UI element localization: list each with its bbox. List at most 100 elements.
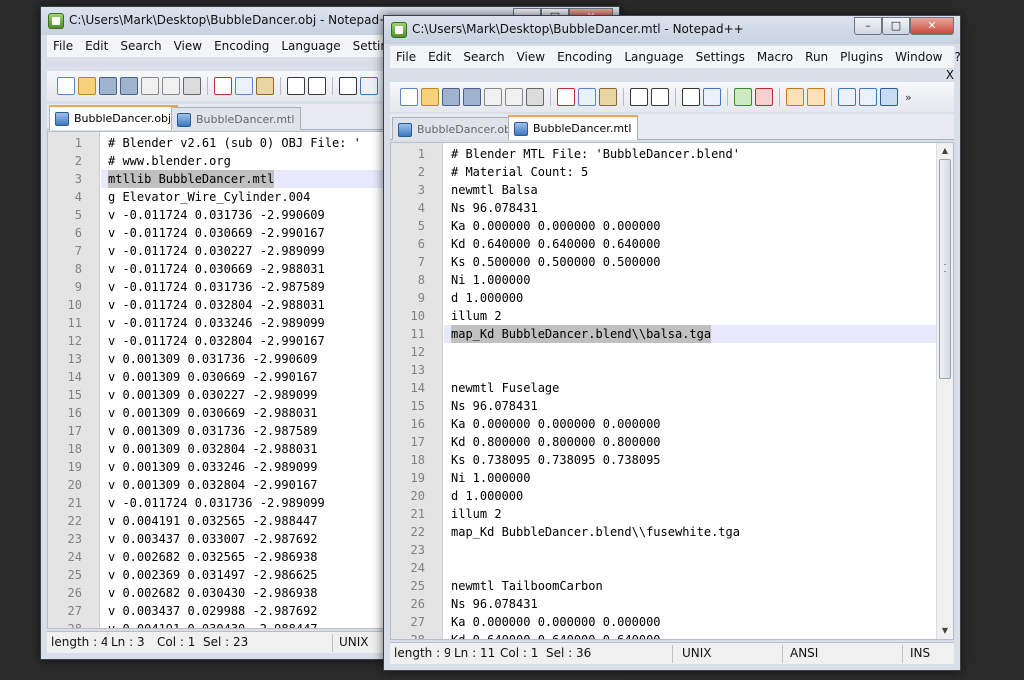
code-line[interactable]: v 0.002682 0.032565 -2.986938 <box>108 548 318 566</box>
print-icon[interactable] <box>526 88 544 106</box>
code-line[interactable]: v 0.001309 0.032804 -2.988031 <box>108 440 318 458</box>
code-line[interactable]: g Elevator_Wire_Cylinder.004 <box>108 188 310 206</box>
code-line[interactable]: Ka 0.000000 0.000000 0.000000 <box>451 613 661 631</box>
menu-language[interactable]: Language <box>275 39 346 53</box>
scroll-down-arrow-icon[interactable]: ▼ <box>937 623 953 639</box>
menu-file[interactable]: File <box>390 50 422 64</box>
code-line[interactable]: Kd 0.640000 0.640000 0.640000 <box>451 631 661 639</box>
scroll-up-arrow-icon[interactable]: ▲ <box>937 143 953 159</box>
toolbar-overflow-chevron-icon[interactable]: » <box>905 91 912 104</box>
code-line[interactable]: map_Kd BubbleDancer.blend\\balsa.tga <box>451 325 712 343</box>
print-icon[interactable] <box>183 77 201 95</box>
text-editor[interactable]: 1 # Blender MTL File: 'BubbleDancer.blend… <box>390 142 954 640</box>
menu-encoding[interactable]: Encoding <box>551 50 618 64</box>
replace-icon[interactable] <box>360 77 378 95</box>
redo-icon[interactable] <box>651 88 669 106</box>
code-line[interactable]: # Material Count: 5 <box>451 163 588 181</box>
code-line[interactable]: v -0.011724 0.032804 -2.988031 <box>108 296 325 314</box>
cut-icon[interactable] <box>557 88 575 106</box>
code-line[interactable]: v 0.004191 0.030430 -2.988447 <box>108 620 318 628</box>
new-file-icon[interactable] <box>400 88 418 106</box>
redo-icon[interactable] <box>308 77 326 95</box>
close-document-button[interactable]: X <box>946 68 954 82</box>
code-line[interactable]: newmtl TailboomCarbon <box>451 577 603 595</box>
code-line[interactable]: Kd 0.640000 0.640000 0.640000 <box>451 235 661 253</box>
open-file-icon[interactable] <box>421 88 439 106</box>
replace-icon[interactable] <box>703 88 721 106</box>
code-line[interactable]: Ni 1.000000 <box>451 271 530 289</box>
code-line[interactable]: Ns 96.078431 <box>451 595 538 613</box>
menu-settings[interactable]: Settings <box>690 50 751 64</box>
code-line[interactable]: v 0.002682 0.030430 -2.986938 <box>108 584 318 602</box>
code-line[interactable]: # Blender v2.61 (sub 0) OBJ File: ' <box>108 134 361 152</box>
paste-icon[interactable] <box>256 77 274 95</box>
code-line[interactable]: Ks 0.500000 0.500000 0.500000 <box>451 253 661 271</box>
word-wrap-icon[interactable] <box>838 88 856 106</box>
zoom-in-icon[interactable] <box>734 88 752 106</box>
code-line[interactable]: v 0.001309 0.030669 -2.988031 <box>108 404 318 422</box>
code-line[interactable]: v -0.011724 0.030669 -2.990167 <box>108 224 325 242</box>
find-icon[interactable] <box>339 77 357 95</box>
close-all-icon[interactable] <box>505 88 523 106</box>
code-line[interactable]: d 1.000000 <box>451 487 523 505</box>
code-line[interactable]: illum 2 <box>451 505 502 523</box>
code-line[interactable]: Ka 0.000000 0.000000 0.000000 <box>451 415 661 433</box>
open-file-icon[interactable] <box>78 77 96 95</box>
close-icon[interactable] <box>484 88 502 106</box>
code-line[interactable]: Ns 96.078431 <box>451 397 538 415</box>
menu-window[interactable]: Window <box>889 50 948 64</box>
menu-plugins[interactable]: Plugins <box>834 50 889 64</box>
undo-icon[interactable] <box>287 77 305 95</box>
code-line[interactable]: newmtl Balsa <box>451 181 538 199</box>
zoom-out-icon[interactable] <box>755 88 773 106</box>
code-line[interactable]: map_Kd BubbleDancer.blend\\fusewhite.tga <box>451 523 740 541</box>
sync-v-icon[interactable] <box>786 88 804 106</box>
code-line[interactable]: Ka 0.000000 0.000000 0.000000 <box>451 217 661 235</box>
show-symbols-icon[interactable] <box>859 88 877 106</box>
code-line[interactable]: v -0.011724 0.032804 -2.990167 <box>108 332 325 350</box>
undo-icon[interactable] <box>630 88 648 106</box>
menu-encoding[interactable]: Encoding <box>208 39 275 53</box>
code-line[interactable]: v -0.011724 0.031736 -2.990609 <box>108 206 325 224</box>
indent-guide-icon[interactable] <box>880 88 898 106</box>
code-line[interactable]: v 0.002369 0.031497 -2.986625 <box>108 566 318 584</box>
menu-search[interactable]: Search <box>457 50 510 64</box>
code-line[interactable]: v -0.011724 0.033246 -2.989099 <box>108 314 325 332</box>
code-line[interactable]: v 0.001309 0.032804 -2.990167 <box>108 476 318 494</box>
code-line[interactable]: # www.blender.org <box>108 152 231 170</box>
close-all-icon[interactable] <box>162 77 180 95</box>
menu-edit[interactable]: Edit <box>79 39 114 53</box>
menu-search[interactable]: Search <box>114 39 167 53</box>
code-line[interactable]: Ns 96.078431 <box>451 199 538 217</box>
close-icon[interactable] <box>141 77 159 95</box>
code-line[interactable]: v -0.011724 0.031736 -2.987589 <box>108 278 325 296</box>
minimize-button[interactable]: – <box>854 17 882 35</box>
vertical-scrollbar[interactable]: ▲ ▼ <box>936 143 953 639</box>
code-line[interactable]: Ks 0.738095 0.738095 0.738095 <box>451 451 661 469</box>
save-icon[interactable] <box>99 77 117 95</box>
menu-run[interactable]: Run <box>799 50 834 64</box>
code-line[interactable]: v 0.004191 0.032565 -2.988447 <box>108 512 318 530</box>
maximize-button[interactable]: □ <box>882 17 910 35</box>
notepad-window-mtl[interactable]: C:\Users\Mark\Desktop\BubbleDancer.mtl -… <box>383 15 961 671</box>
code-line[interactable]: v 0.001309 0.031736 -2.987589 <box>108 422 318 440</box>
code-line[interactable]: v 0.001309 0.031736 -2.990609 <box>108 350 318 368</box>
code-line[interactable]: newmtl Fuselage <box>451 379 559 397</box>
menu-view[interactable]: View <box>168 39 208 53</box>
code-line[interactable]: mtllib BubbleDancer.mtl <box>108 170 275 188</box>
menu-macro[interactable]: Macro <box>751 50 799 64</box>
code-line[interactable]: v 0.003437 0.029988 -2.987692 <box>108 602 318 620</box>
code-line[interactable]: illum 2 <box>451 307 502 325</box>
code-line[interactable]: v -0.011724 0.031736 -2.989099 <box>108 494 325 512</box>
title-bar[interactable]: C:\Users\Mark\Desktop\BubbleDancer.mtl -… <box>384 16 960 44</box>
menu-language[interactable]: Language <box>618 50 689 64</box>
tab-bubbledancer-obj[interactable]: BubbleDancer.obj <box>49 105 179 130</box>
save-all-icon[interactable] <box>120 77 138 95</box>
find-icon[interactable] <box>682 88 700 106</box>
code-line[interactable]: v 0.001309 0.033246 -2.989099 <box>108 458 318 476</box>
menu-view[interactable]: View <box>511 50 551 64</box>
close-button[interactable]: ✕ <box>910 17 954 35</box>
code-line[interactable]: v 0.001309 0.030669 -2.990167 <box>108 368 318 386</box>
code-line[interactable]: v 0.003437 0.033007 -2.987692 <box>108 530 318 548</box>
new-file-icon[interactable] <box>57 77 75 95</box>
